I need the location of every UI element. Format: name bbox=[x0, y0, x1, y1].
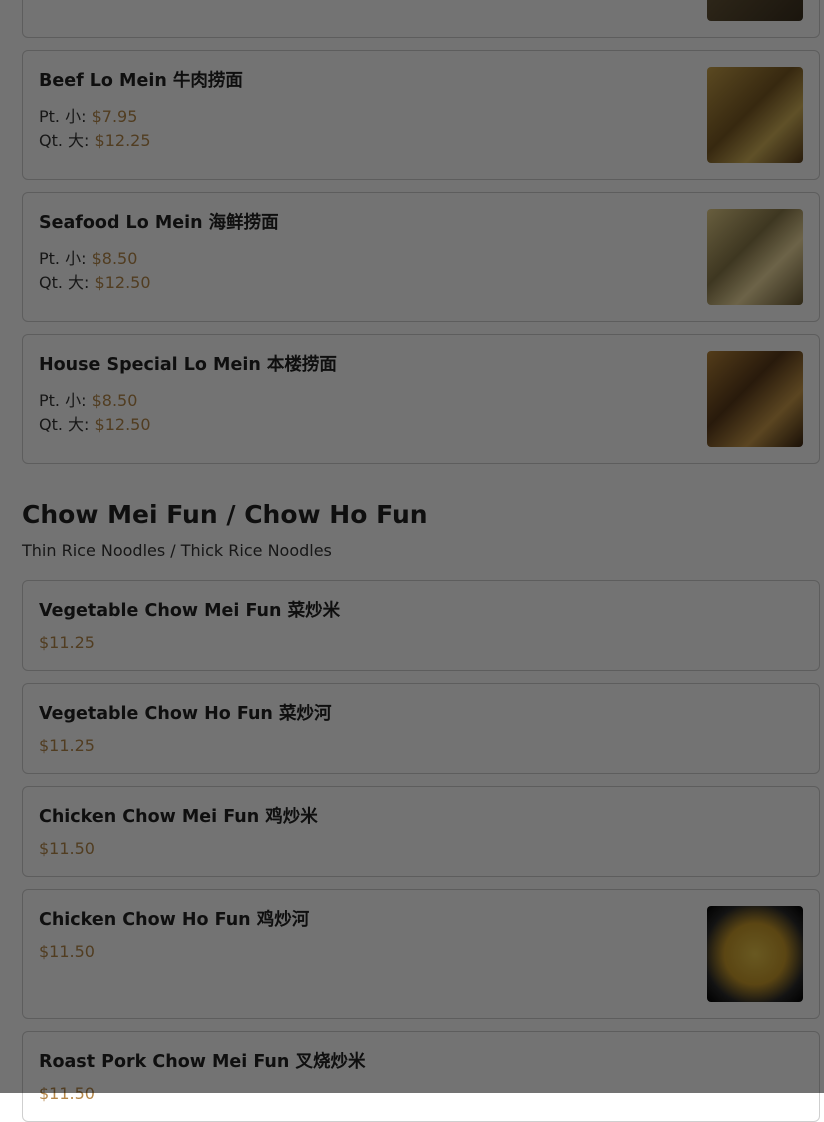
dish-thumbnail bbox=[707, 0, 803, 21]
menu-item-card[interactable]: Vegetable Chow Ho Fun 菜炒河 $11.25 bbox=[22, 683, 820, 774]
dish-thumbnail bbox=[707, 906, 803, 1002]
menu-item-card[interactable]: Seafood Lo Mein 海鲜捞面 Pt. 小: $8.50 Qt. 大:… bbox=[22, 192, 820, 322]
quart-price: $12.50 bbox=[94, 273, 151, 292]
item-price: $11.50 bbox=[39, 942, 95, 961]
menu-item-card[interactable]: Chicken Chow Ho Fun 鸡炒河 $11.50 bbox=[22, 889, 820, 1019]
pint-price-row: Pt. 小: $8.50 bbox=[39, 245, 137, 269]
item-name: Beef Lo Mein 牛肉捞面 bbox=[39, 71, 243, 91]
pint-label: Pt. 小: bbox=[39, 249, 87, 268]
quart-price: $12.25 bbox=[94, 131, 151, 150]
section-title: Chow Mei Fun / Chow Ho Fun bbox=[22, 500, 428, 529]
dish-thumbnail bbox=[707, 67, 803, 163]
menu-item-card[interactable]: Chicken Chow Mei Fun 鸡炒米 $11.50 bbox=[22, 786, 820, 877]
menu-item-card-partial[interactable] bbox=[22, 0, 820, 38]
item-name: Chicken Chow Ho Fun 鸡炒河 bbox=[39, 910, 310, 930]
item-price: $11.50 bbox=[39, 1084, 95, 1103]
item-name: House Special Lo Mein 本楼捞面 bbox=[39, 355, 337, 375]
item-name: Chicken Chow Mei Fun 鸡炒米 bbox=[39, 807, 318, 827]
pint-label: Pt. 小: bbox=[39, 107, 87, 126]
quart-label: Qt. 大: bbox=[39, 131, 90, 150]
pint-price: $7.95 bbox=[91, 107, 138, 126]
quart-label: Qt. 大: bbox=[39, 415, 90, 434]
pint-price-row: Pt. 小: $8.50 bbox=[39, 387, 137, 411]
item-price: $11.25 bbox=[39, 736, 95, 755]
item-name: Vegetable Chow Mei Fun 菜炒米 bbox=[39, 601, 341, 621]
item-price: $11.25 bbox=[39, 633, 95, 652]
menu-item-card[interactable]: House Special Lo Mein 本楼捞面 Pt. 小: $8.50 … bbox=[22, 334, 820, 464]
pint-label: Pt. 小: bbox=[39, 391, 87, 410]
quart-price-row: Qt. 大: $12.50 bbox=[39, 411, 151, 435]
item-name: Roast Pork Chow Mei Fun 叉烧炒米 bbox=[39, 1052, 366, 1072]
pint-price: $8.50 bbox=[91, 391, 138, 410]
quart-label: Qt. 大: bbox=[39, 273, 90, 292]
item-price: $11.50 bbox=[39, 839, 95, 858]
section-subtitle: Thin Rice Noodles / Thick Rice Noodles bbox=[22, 541, 332, 560]
item-name: Seafood Lo Mein 海鲜捞面 bbox=[39, 213, 279, 233]
dish-thumbnail bbox=[707, 209, 803, 305]
quart-price-row: Qt. 大: $12.50 bbox=[39, 269, 151, 293]
pint-price-row: Pt. 小: $7.95 bbox=[39, 103, 137, 127]
pint-price: $8.50 bbox=[91, 249, 138, 268]
quart-price-row: Qt. 大: $12.25 bbox=[39, 127, 151, 151]
quart-price: $12.50 bbox=[94, 415, 151, 434]
menu-item-card[interactable]: Roast Pork Chow Mei Fun 叉烧炒米 $11.50 bbox=[22, 1031, 820, 1122]
menu-item-card[interactable]: Beef Lo Mein 牛肉捞面 Pt. 小: $7.95 Qt. 大: $1… bbox=[22, 50, 820, 180]
item-name: Vegetable Chow Ho Fun 菜炒河 bbox=[39, 704, 332, 724]
menu-item-card[interactable]: Vegetable Chow Mei Fun 菜炒米 $11.25 bbox=[22, 580, 820, 671]
dish-thumbnail bbox=[707, 351, 803, 447]
